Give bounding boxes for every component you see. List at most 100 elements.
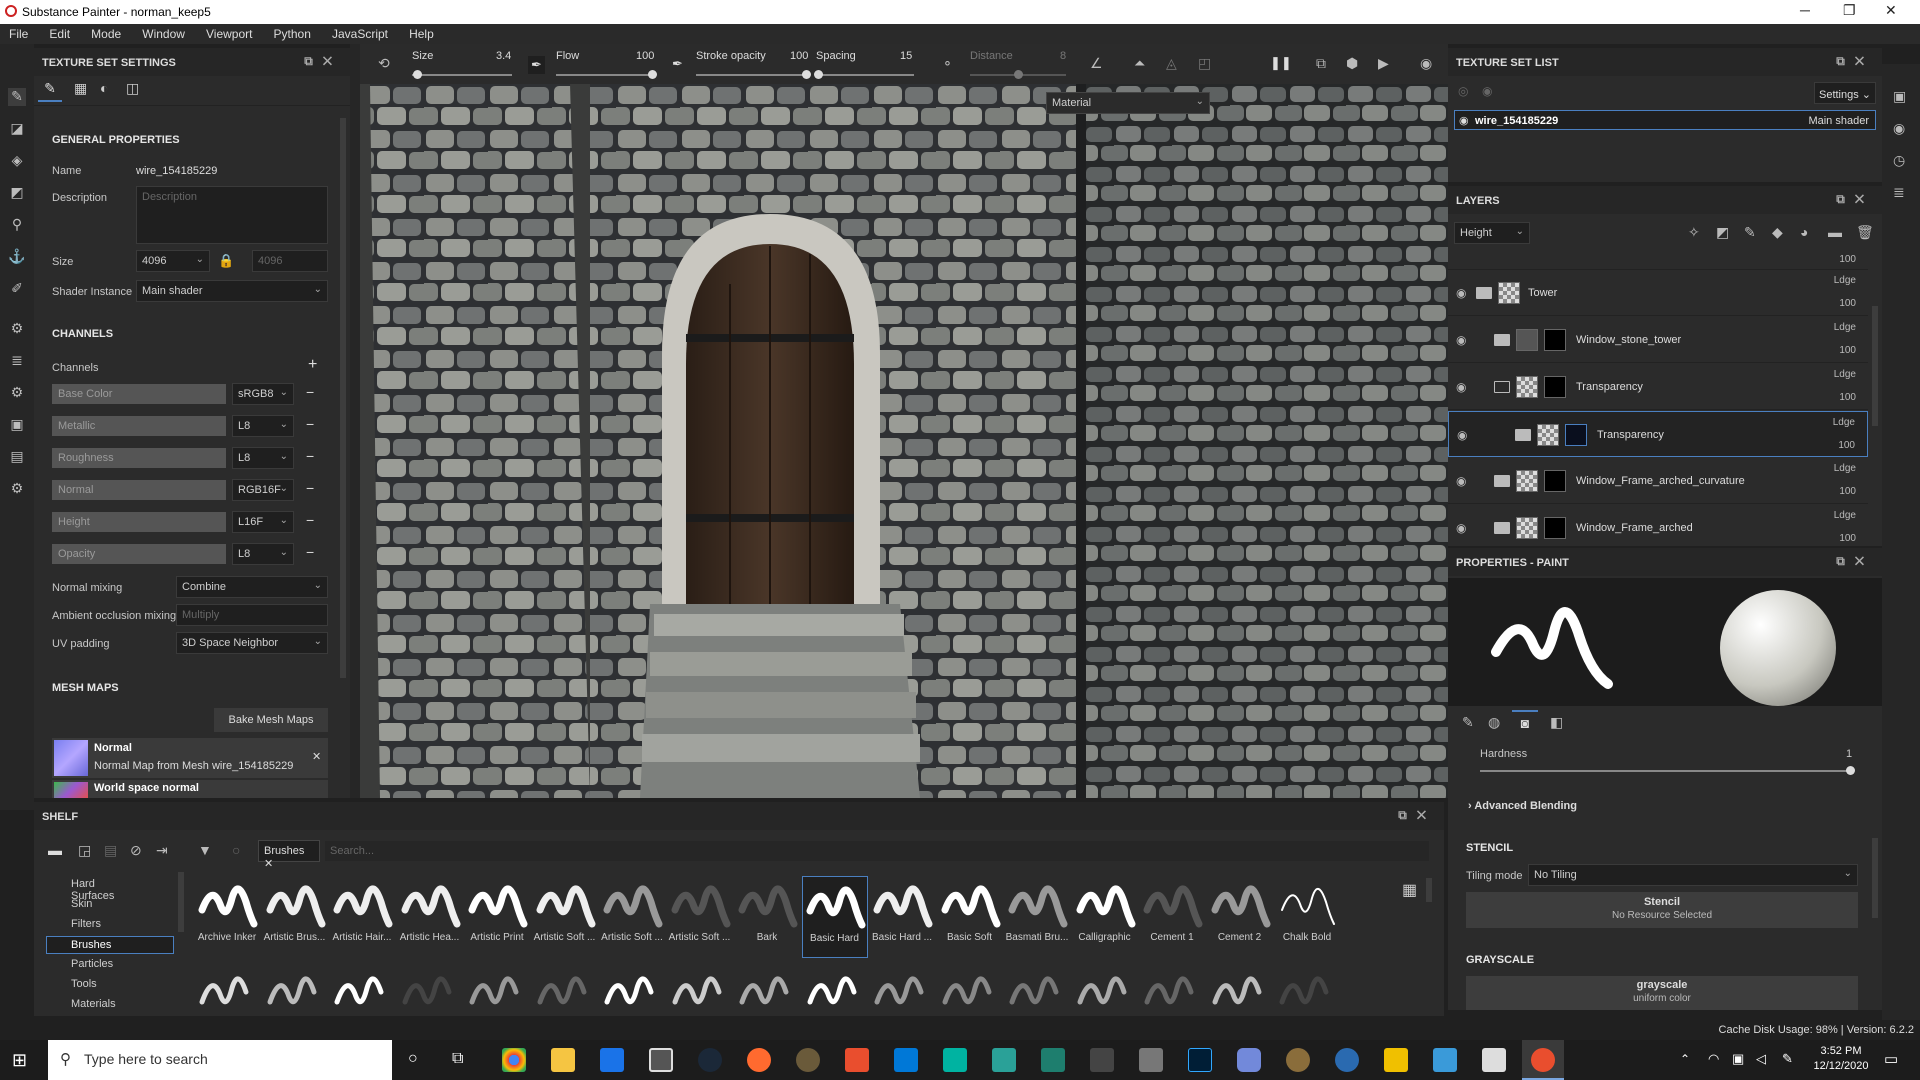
brush-item[interactable]: Artistic Soft ... — [532, 876, 598, 958]
bake-mesh-maps-button[interactable]: Bake Mesh Maps — [214, 708, 328, 732]
pause-icon[interactable]: ❚❚ — [1270, 55, 1292, 71]
brush-item[interactable]: Basic Soft — [937, 876, 1003, 958]
video-camera-icon[interactable]: ▶ — [1378, 55, 1389, 72]
save-icon[interactable]: ▤ — [104, 842, 117, 859]
brush-item[interactable] — [599, 962, 665, 1016]
shelf-category[interactable]: Filters — [38, 916, 172, 934]
shader-instance-select[interactable]: Main shader ⌄ — [136, 280, 328, 302]
brush-item[interactable]: Artistic Brus... — [262, 876, 328, 958]
chrome-icon[interactable] — [502, 1048, 526, 1072]
delete-layer-icon[interactable]: 🗑 — [1856, 224, 1874, 241]
layer-row[interactable]: ◉ Window_stone_tower Ldge 100 — [1448, 317, 1868, 363]
brush-item[interactable]: Chalk Bold — [1274, 876, 1340, 958]
lock-icon[interactable]: 🔒 — [218, 253, 234, 269]
shelf-category-selected[interactable]: Brushes — [46, 936, 174, 954]
panel-buttons[interactable]: ⧉✕ — [304, 54, 342, 69]
app-window-icon[interactable] — [1482, 1048, 1506, 1072]
filter-tag[interactable]: Brushes ✕ — [258, 840, 320, 870]
folder-icon[interactable] — [1515, 429, 1531, 441]
remove-channel-icon[interactable]: − — [306, 448, 314, 464]
panel-buttons[interactable]: ⧉✕ — [1836, 54, 1874, 69]
remove-filter-icon[interactable]: ✕ — [264, 858, 273, 870]
clone-stamp-icon[interactable]: ⚓ — [8, 248, 26, 266]
substance-designer-icon[interactable] — [845, 1048, 869, 1072]
slider-knob[interactable] — [648, 70, 657, 79]
brush-item[interactable]: Artistic Print — [464, 876, 530, 958]
menu-javascript[interactable]: JavaScript — [323, 24, 397, 41]
normal-mixing-select[interactable]: Combine ⌄ — [176, 576, 328, 598]
menu-mode[interactable]: Mode — [82, 24, 130, 41]
windows-start-icon[interactable]: ⊞ — [12, 1050, 27, 1071]
pen-icon[interactable]: ✎ — [1782, 1051, 1793, 1067]
brush-item[interactable] — [1207, 962, 1273, 1016]
layer-opacity[interactable]: 100 — [1839, 392, 1856, 403]
add-effect-icon[interactable]: ✧ — [1688, 224, 1700, 241]
panel-scrollbar[interactable] — [340, 118, 346, 678]
advanced-blending-toggle[interactable]: › Advanced Blending — [1468, 800, 1577, 812]
blend-mode[interactable]: Ldge — [1834, 369, 1856, 380]
eye-icon[interactable]: ◉ — [1459, 114, 1469, 127]
grid-view-icon[interactable]: ▦ — [1402, 880, 1417, 900]
mesh-map-item[interactable]: World space normal — [52, 780, 328, 798]
lazy-mouse-icon[interactable]: ⚬ — [942, 56, 953, 72]
add-mask-icon[interactable]: ◩ — [1716, 224, 1729, 241]
screenshot-icon[interactable]: ◉ — [1420, 55, 1432, 72]
remove-mesh-map-icon[interactable]: ✕ — [312, 750, 321, 763]
eye-icon[interactable]: ◉ — [1456, 380, 1470, 394]
texture-set-item[interactable]: ◉ wire_154185229 Main shader — [1454, 110, 1876, 130]
maximize-icon[interactable]: ❐ — [1843, 2, 1856, 19]
add-folder-icon[interactable]: ▬ — [1828, 224, 1842, 240]
slider-knob[interactable] — [1846, 766, 1855, 775]
layer-opacity[interactable]: 100 — [1838, 440, 1855, 451]
layers-scrollbar[interactable] — [1872, 306, 1878, 426]
stroke-pressure-icon[interactable]: ✒ — [672, 56, 683, 72]
folder-icon[interactable] — [1494, 475, 1510, 487]
network-icon[interactable]: ▣ — [1732, 1051, 1744, 1067]
shelf-category[interactable]: Tools — [38, 976, 172, 994]
cube-view-icon[interactable]: ⬢ — [1346, 55, 1358, 72]
folder-icon[interactable] — [1494, 334, 1510, 346]
store-icon[interactable] — [649, 1048, 673, 1072]
taskbar-search[interactable]: ⚲ Type here to search — [48, 1040, 392, 1080]
app-chart-icon[interactable] — [1433, 1048, 1457, 1072]
visibility-all-icon[interactable]: ◎ — [1458, 84, 1468, 98]
eye-icon[interactable]: ◉ — [1456, 333, 1470, 347]
brush-item[interactable] — [1274, 962, 1340, 1016]
brush-item[interactable] — [464, 962, 530, 1016]
blend-mode[interactable]: Ldge — [1834, 275, 1856, 286]
projection-icon[interactable]: ◈ — [8, 152, 26, 170]
blend-mode[interactable]: Ldge — [1833, 417, 1855, 428]
origin-icon[interactable] — [747, 1048, 771, 1072]
app-x-icon[interactable] — [1384, 1048, 1408, 1072]
maya-icon[interactable] — [943, 1048, 967, 1072]
channel-format-select[interactable]: L8 ⌄ — [232, 415, 294, 437]
history-icon[interactable]: ◷ — [1893, 152, 1905, 169]
brush-item[interactable]: Artistic Soft ... — [667, 876, 733, 958]
eye-icon[interactable]: ◉ — [1457, 428, 1471, 442]
transform-icon[interactable]: ◰ — [1198, 55, 1211, 72]
shader-tab-icon[interactable]: ◐ — [100, 80, 108, 96]
close-icon[interactable]: ✕ — [1885, 2, 1897, 19]
brush-item[interactable]: Artistic Hea... — [397, 876, 463, 958]
channel-format-select[interactable]: L8 ⌄ — [232, 543, 294, 565]
new-shelf-icon[interactable]: ◲ — [78, 842, 91, 859]
spacing-slider[interactable] — [813, 70, 914, 79]
app-3-icon[interactable] — [992, 1048, 1016, 1072]
add-fill-layer-icon[interactable]: ◆ — [1772, 224, 1783, 241]
folder-icon[interactable] — [1494, 522, 1510, 534]
tube-icon[interactable]: ◬ — [1166, 55, 1177, 72]
log-icon[interactable]: ≣ — [1893, 184, 1905, 201]
blend-mode[interactable]: Ldge — [1834, 463, 1856, 474]
channel-format-select[interactable]: L8 ⌄ — [232, 447, 294, 469]
export-icon[interactable]: ▤ — [8, 448, 26, 466]
import-icon[interactable]: ⇥ — [156, 842, 168, 859]
menu-window[interactable]: Window — [133, 24, 194, 41]
brush-item[interactable]: Artistic Soft ... — [599, 876, 665, 958]
brush-item[interactable]: Calligraphic — [1072, 876, 1138, 958]
menu-edit[interactable]: Edit — [40, 24, 79, 41]
brush-item[interactable] — [194, 962, 260, 1016]
blend-mode[interactable]: Ldge — [1834, 322, 1856, 333]
brush-item[interactable] — [262, 962, 328, 1016]
remove-channel-icon[interactable]: − — [306, 416, 314, 432]
notifications-icon[interactable]: ▭ — [1884, 1050, 1898, 1068]
